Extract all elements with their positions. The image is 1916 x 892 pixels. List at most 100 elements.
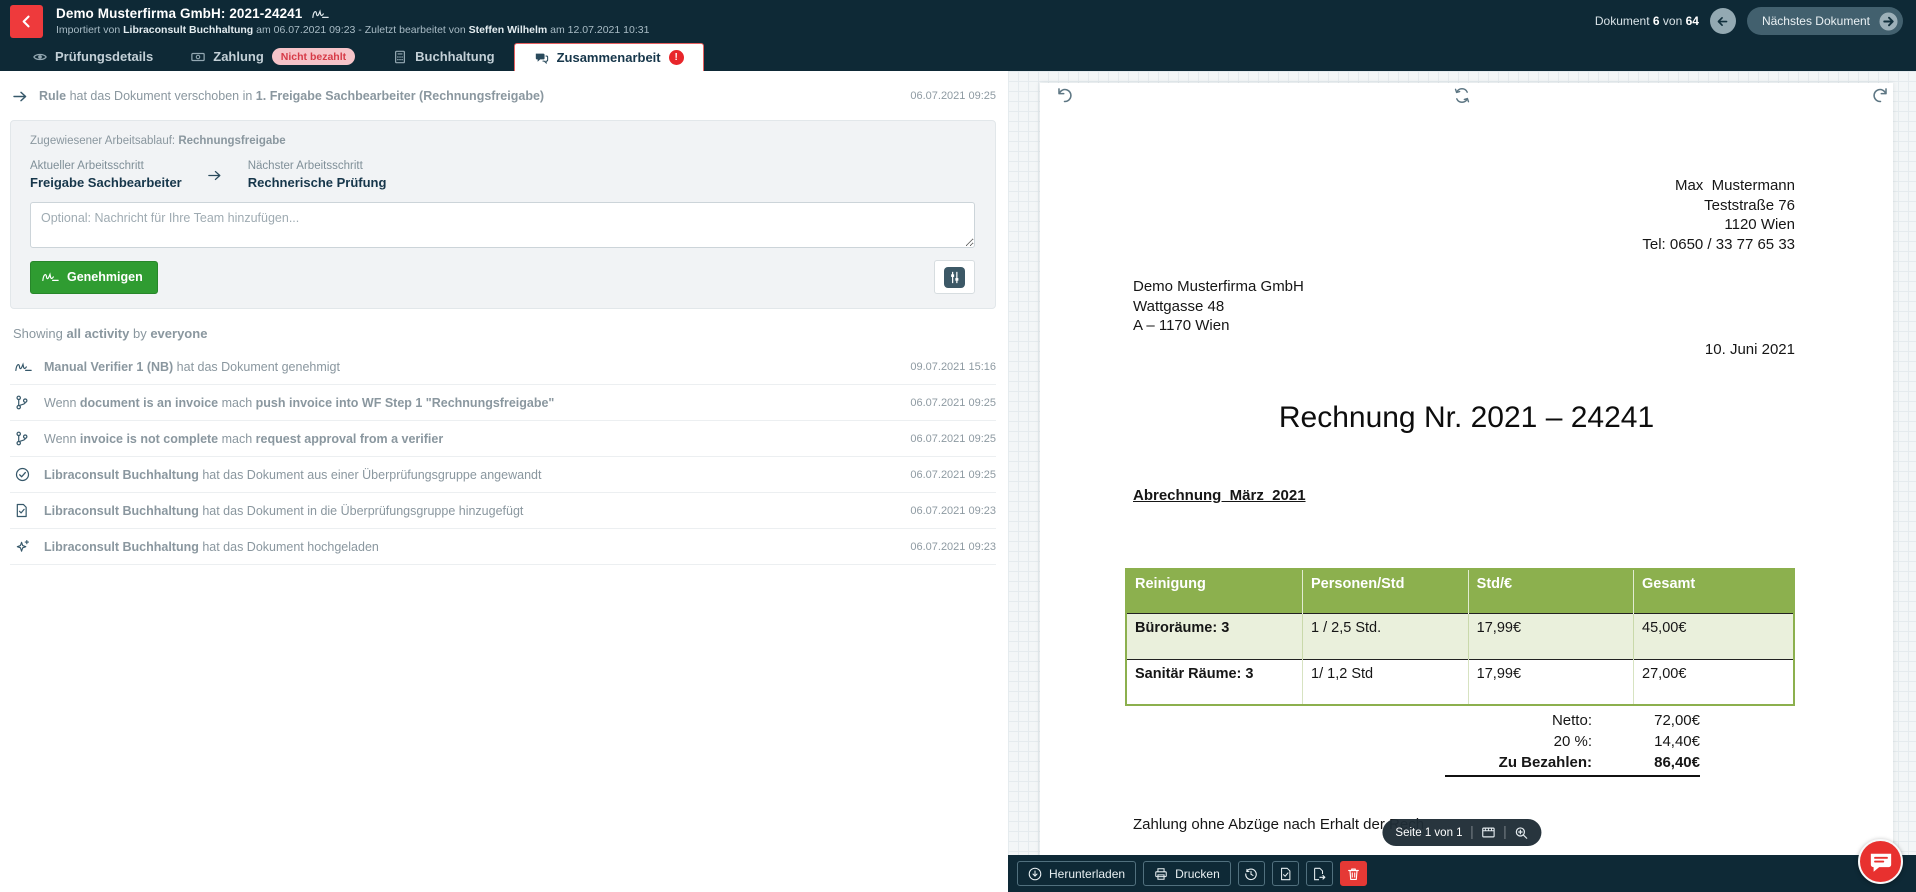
invoice-date: 10. Juni 2021 xyxy=(1705,341,1795,358)
download-label: Herunterladen xyxy=(1049,867,1125,881)
print-button[interactable]: Drucken xyxy=(1143,861,1231,886)
money-icon xyxy=(191,50,205,64)
check-circle-icon xyxy=(15,467,32,482)
tab-label: Zahlung xyxy=(213,49,264,64)
activity-date: 06.07.2021 09:25 xyxy=(898,397,996,409)
validate-document-button[interactable] xyxy=(1272,861,1299,886)
page-indicator-label: Seite 1 von 1 xyxy=(1395,827,1462,839)
tab-label: Buchhaltung xyxy=(415,49,494,64)
activity-row: Wenn invoice is not complete mach reques… xyxy=(10,421,996,457)
next-step: Nächster Arbeitsschritt Rechnerische Prü… xyxy=(248,160,387,190)
activity-date: 06.07.2021 09:25 xyxy=(898,469,996,481)
rule-activity-row: Rule hat das Dokument verschoben in 1. F… xyxy=(10,71,996,116)
trash-icon xyxy=(1347,867,1360,881)
approve-label: Genehmigen xyxy=(67,270,143,284)
page-title: Demo Musterfirma GmbH: 2021-24241 xyxy=(56,6,302,21)
activity-row: Wenn document is an invoice mach push in… xyxy=(10,385,996,421)
document-counter: Dokument 6 von 64 xyxy=(1595,14,1699,28)
print-label: Drucken xyxy=(1175,867,1220,881)
app-header: Demo Musterfirma GmbH: 2021-24241 Import… xyxy=(0,0,1916,42)
chat-widget-button[interactable] xyxy=(1858,839,1903,884)
signature-icon xyxy=(312,8,329,20)
table-header-row: Reinigung Personen/Std Std/€ Gesamt xyxy=(1126,569,1794,613)
flip-icon[interactable] xyxy=(1453,86,1472,105)
activity-row: Libraconsult Buchhaltung hat das Dokumen… xyxy=(10,457,996,493)
header-titles: Demo Musterfirma GmbH: 2021-24241 Import… xyxy=(56,6,649,36)
activity-row: Libraconsult Buchhaltung hat das Dokumen… xyxy=(10,493,996,529)
activity-date: 06.07.2021 09:25 xyxy=(898,90,996,102)
tab-label: Prüfungsdetails xyxy=(55,49,153,64)
arrow-right-circle-icon xyxy=(1879,12,1898,31)
viewer-toolbar: Herunterladen Drucken xyxy=(1008,855,1916,892)
branch-icon xyxy=(15,431,32,446)
chevron-left-icon xyxy=(20,15,33,28)
delete-document-button[interactable] xyxy=(1340,861,1367,886)
activity-list: Manual Verifier 1 (NB) hat das Dokument … xyxy=(10,350,996,565)
header-subtitle: Importiert von Libraconsult Buchhaltung … xyxy=(56,24,649,36)
tab-zusammenarbeit[interactable]: Zusammenarbeit ! xyxy=(514,43,704,71)
export-document-button[interactable] xyxy=(1306,861,1333,886)
activity-row: Manual Verifier 1 (NB) hat das Dokument … xyxy=(10,350,996,385)
back-button[interactable] xyxy=(10,5,43,38)
arrow-left-icon xyxy=(1716,15,1729,28)
team-message-input[interactable] xyxy=(30,202,975,248)
assigned-workflow: Zugewiesener Arbeitsablauf: Rechnungsfre… xyxy=(30,135,975,147)
total-row-due: Zu Bezahlen: 86,40€ xyxy=(1445,754,1700,777)
divider xyxy=(1505,826,1506,839)
chat-bubble-icon xyxy=(1868,850,1894,874)
ledger-icon xyxy=(393,50,407,64)
page-indicator-pill: Seite 1 von 1 xyxy=(1382,819,1541,846)
table-row: Sanitär Räume: 3 1/ 1,2 Std 17,99€ 27,00… xyxy=(1126,659,1794,705)
document-check-icon xyxy=(1279,867,1292,881)
tab-pruefungsdetails[interactable]: Prüfungsdetails xyxy=(14,42,172,71)
arrow-right-icon xyxy=(13,90,28,103)
chat-bubbles-icon xyxy=(534,51,549,65)
divider xyxy=(1472,826,1473,839)
arrow-right-icon xyxy=(208,169,222,182)
invoice-page: Max Mustermann Teststraße 76 1120 Wien T… xyxy=(1040,83,1893,892)
sparkle-icon xyxy=(15,539,32,554)
activity-filter-summary: Showing all activity by everyone xyxy=(10,326,996,341)
approve-button[interactable]: Genehmigen xyxy=(30,261,158,294)
eye-icon xyxy=(33,50,47,64)
signature-icon xyxy=(15,361,32,373)
invoice-title: Rechnung Nr. 2021 – 24241 xyxy=(1040,401,1893,435)
workflow-card: Zugewiesener Arbeitsablauf: Rechnungsfre… xyxy=(10,120,996,309)
activity-panel: Rule hat das Dokument verschoben in 1. F… xyxy=(0,71,1008,892)
invoice-totals: Netto: 72,00€ 20 %: 14,40€ Zu Bezahlen: … xyxy=(1445,712,1700,777)
document-viewer: Max Mustermann Teststraße 76 1120 Wien T… xyxy=(1008,71,1916,892)
invoice-footer-note: Zahlung ohne Abzüge nach Erhalt der Rech xyxy=(1133,816,1424,833)
activity-date: 06.07.2021 09:25 xyxy=(898,433,996,445)
rotate-right-icon[interactable] xyxy=(1871,86,1890,105)
invoice-sender-address: Demo Musterfirma GmbH Wattgasse 48 A – 1… xyxy=(1133,277,1304,336)
zoom-in-icon[interactable] xyxy=(1515,826,1529,840)
tab-label: Zusammenarbeit xyxy=(557,50,661,65)
unpaid-badge: Nicht bezahlt xyxy=(272,48,355,65)
download-icon xyxy=(1028,867,1042,881)
activity-row: Libraconsult Buchhaltung hat das Dokumen… xyxy=(10,529,996,565)
previous-document-button[interactable] xyxy=(1710,8,1736,34)
history-button[interactable] xyxy=(1238,861,1265,886)
history-icon xyxy=(1244,867,1258,881)
document-check-icon xyxy=(15,503,32,518)
sliders-icon xyxy=(944,267,965,288)
tab-zahlung[interactable]: Zahlung Nicht bezahlt xyxy=(172,42,374,71)
tab-bar: Prüfungsdetails Zahlung Nicht bezahlt Bu… xyxy=(0,42,1916,71)
rotate-left-icon[interactable] xyxy=(1055,86,1074,105)
alert-badge: ! xyxy=(669,50,684,65)
download-button[interactable]: Herunterladen xyxy=(1017,861,1136,886)
activity-filter-button[interactable] xyxy=(934,260,975,294)
printer-icon xyxy=(1154,867,1168,881)
next-document-button[interactable]: Nächstes Dokument xyxy=(1747,7,1903,35)
table-row: Büroräume: 3 1 / 2,5 Std. 17,99€ 45,00€ xyxy=(1126,613,1794,659)
tab-buchhaltung[interactable]: Buchhaltung xyxy=(374,42,513,71)
activity-date: 09.07.2021 15:16 xyxy=(898,361,996,373)
total-row: 20 %: 14,40€ xyxy=(1445,733,1700,754)
branch-icon xyxy=(15,395,32,410)
activity-date: 06.07.2021 09:23 xyxy=(898,541,996,553)
invoice-recipient-address: Max Mustermann Teststraße 76 1120 Wien T… xyxy=(1642,176,1795,254)
next-document-label: Nächstes Dokument xyxy=(1762,14,1870,28)
total-row: Netto: 72,00€ xyxy=(1445,712,1700,733)
document-export-icon xyxy=(1312,867,1326,881)
thumbnails-icon[interactable] xyxy=(1482,826,1496,839)
